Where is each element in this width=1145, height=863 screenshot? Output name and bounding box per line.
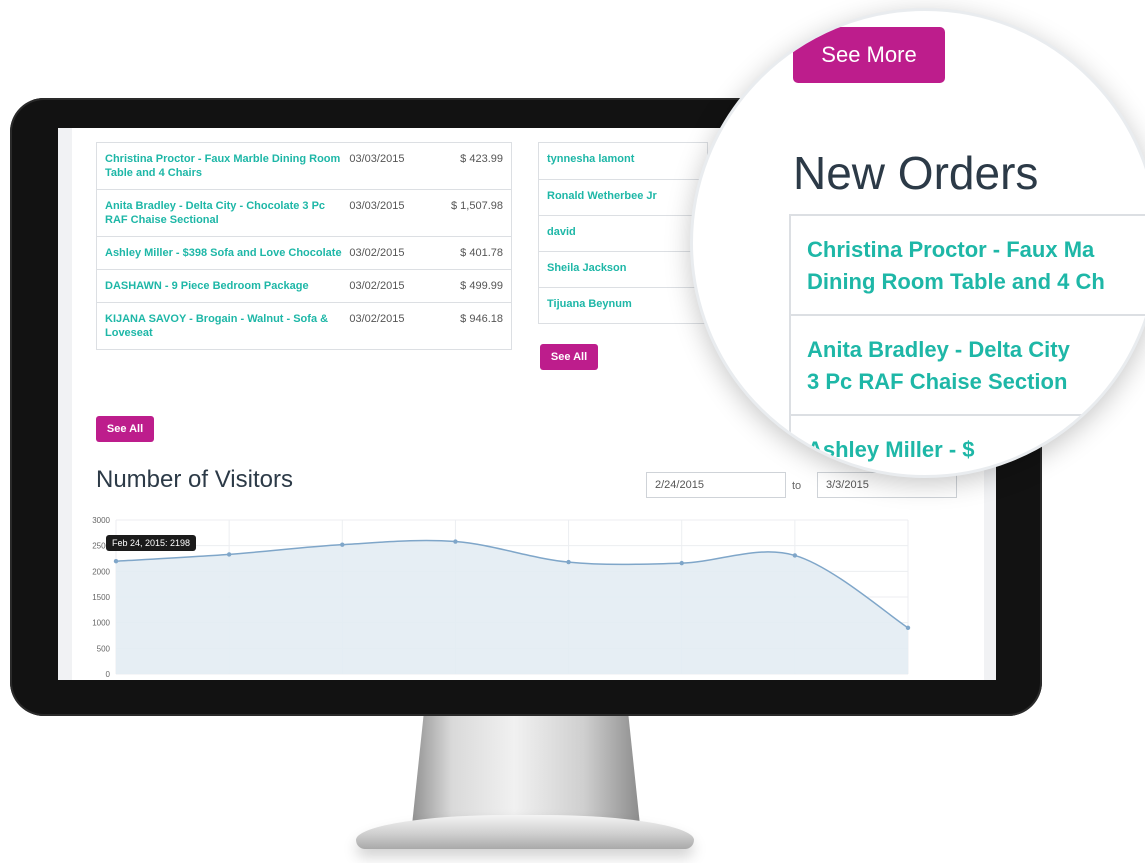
customer-link[interactable]: tynnesha lamont [539,143,707,179]
order-date: 03/02/2015 [349,280,405,292]
visitors-chart: 3000 2500 2000 1500 1000 500 0 Feb 24, 2015: 2… [82,510,974,680]
see-all-customers-button[interactable]: See All [540,344,598,370]
order-row: Christina Proctor - Faux Marble Dining R… [97,143,511,189]
magnified-orders-table: Christina Proctor - Faux Ma Dining Room T… [789,214,1145,475]
chart-data-point[interactable] [340,542,345,547]
order-amount: $ 423.99 [460,153,503,165]
orders-table: Christina Proctor - Faux Marble Dining R… [96,142,512,350]
order-link[interactable]: DASHAWN - 9 Piece Bedroom Package [105,279,349,293]
order-link[interactable]: KIJANA SAVOY - Brogain - Walnut - Sofa &… [105,312,349,340]
order-date: 03/03/2015 [349,200,405,212]
chart-data-point[interactable] [453,539,458,544]
chart-ytick-label: 0 [106,670,111,679]
magnified-order-row[interactable]: Anita Bradley - Delta City 3 Pc RAF Chais… [791,314,1145,414]
magnified-order-line: Dining Room Table and 4 Ch [807,269,1105,294]
magnified-order-row[interactable]: Christina Proctor - Faux Ma Dining Room T… [791,216,1145,314]
customer-link[interactable]: david [539,215,707,251]
visitors-chart-svg: 300025002000150010005000 [92,516,911,679]
order-date: 03/02/2015 [349,313,405,325]
magnified-order-line: Christina Proctor - Faux Ma [807,237,1095,262]
order-link[interactable]: Anita Bradley - Delta City - Chocolate 3… [105,199,349,227]
visitors-title: Number of Visitors [96,466,293,493]
magnifier-lens: See More New Orders Christina Proctor - … [690,8,1145,478]
see-more-button[interactable]: See More [793,27,945,83]
order-link[interactable]: Ashley Miller - $398 Sofa and Love Choco… [105,246,349,260]
order-amount: $ 401.78 [460,247,503,259]
chart-data-point[interactable] [905,625,911,630]
chart-tooltip: Feb 24, 2015: 2198 [106,535,197,552]
order-amount: $ 499.99 [460,280,503,292]
chart-data-point[interactable] [566,559,571,565]
chart-ytick-label: 500 [97,644,111,653]
customer-link[interactable]: Tijuana Beynum [539,287,707,323]
order-date: 03/03/2015 [349,153,405,165]
order-row: Anita Bradley - Delta City - Chocolate 3… [97,189,511,236]
customer-link[interactable]: Ronald Wetherbee Jr [539,179,707,215]
magnified-order-line: Anita Bradley - Delta City [807,337,1070,362]
chart-ytick-label: 1500 [92,593,110,602]
chart-data-point[interactable] [226,552,232,557]
order-link[interactable]: Christina Proctor - Faux Marble Dining R… [105,152,349,180]
monitor-stand-base [356,815,694,849]
magnified-order-line: 3 Pc RAF Chaise Section [807,369,1068,394]
customer-link[interactable]: Sheila Jackson [539,251,707,287]
magnified-order-row[interactable]: Ashley Miller - $ [791,414,1145,475]
new-orders-title: New Orders [793,147,1039,199]
magnified-order-line: Ashley Miller - $ [807,437,975,462]
see-all-orders-button[interactable]: See All [96,416,154,442]
chart-area-fill [116,540,908,674]
order-date: 03/02/2015 [349,247,405,259]
chart-data-point[interactable] [113,558,119,564]
monitor-stand-neck [412,712,640,822]
chart-data-point[interactable] [679,560,684,566]
chart-ytick-label: 1000 [92,619,110,628]
chart-ytick-label: 3000 [92,516,110,525]
date-range-to-label: to [792,480,802,492]
order-amount: $ 946.18 [460,313,503,325]
customers-list: tynnesha lamont Ronald Wetherbee Jr david S… [538,142,708,324]
order-row: Ashley Miller - $398 Sofa and Love Choco… [97,236,511,269]
chart-ytick-label: 2000 [92,567,110,576]
chart-data-point[interactable] [792,553,798,558]
order-row: DASHAWN - 9 Piece Bedroom Package 03/02/2… [97,269,511,302]
order-row: KIJANA SAVOY - Brogain - Walnut - Sofa &… [97,302,511,349]
date-from-input[interactable] [646,472,786,498]
order-amount: $ 1,507.98 [451,200,503,212]
